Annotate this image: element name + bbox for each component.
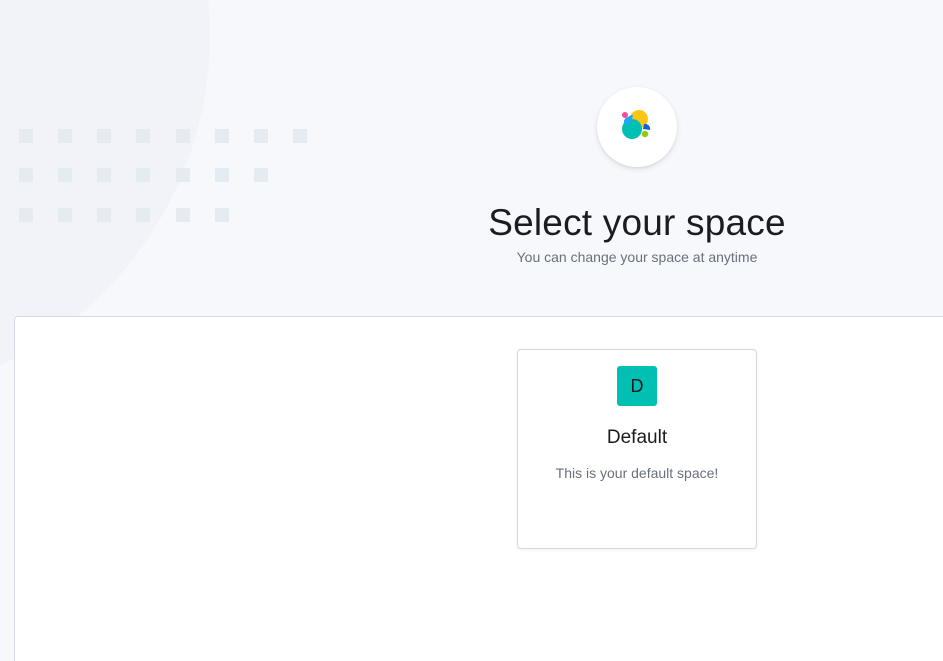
decorative-dot <box>136 129 150 143</box>
decorative-dot <box>58 168 72 182</box>
decorative-dot-grid <box>0 0 320 230</box>
decorative-dot <box>254 168 268 182</box>
space-avatar: D <box>617 366 657 406</box>
decorative-dot <box>19 129 33 143</box>
decorative-dot <box>19 208 33 222</box>
decorative-dot <box>176 208 190 222</box>
decorative-dot <box>97 168 111 182</box>
decorative-dot <box>215 129 229 143</box>
decorative-dot <box>58 129 72 143</box>
space-description: This is your default space! <box>555 465 719 481</box>
decorative-dot <box>97 208 111 222</box>
decorative-dot <box>293 129 307 143</box>
elastic-logo-badge <box>597 87 677 167</box>
decorative-dot <box>254 129 268 143</box>
page-title: Select your space <box>488 202 786 243</box>
decorative-dot <box>136 208 150 222</box>
page-subtitle: You can change your space at anytime <box>516 249 758 265</box>
decorative-dot <box>215 168 229 182</box>
space-selector-page: Select your space You can change your sp… <box>0 0 943 661</box>
decorative-dot <box>97 129 111 143</box>
decorative-dot <box>176 168 190 182</box>
space-name: Default <box>606 427 668 448</box>
decorative-dot <box>58 208 72 222</box>
decorative-dot <box>215 208 229 222</box>
decorative-dot <box>19 168 33 182</box>
space-card-default[interactable]: D Default This is your default space! <box>517 349 757 549</box>
spaces-panel <box>14 316 943 661</box>
decorative-dot <box>136 168 150 182</box>
decorative-dot <box>176 129 190 143</box>
elastic-logo-icon <box>622 110 651 139</box>
